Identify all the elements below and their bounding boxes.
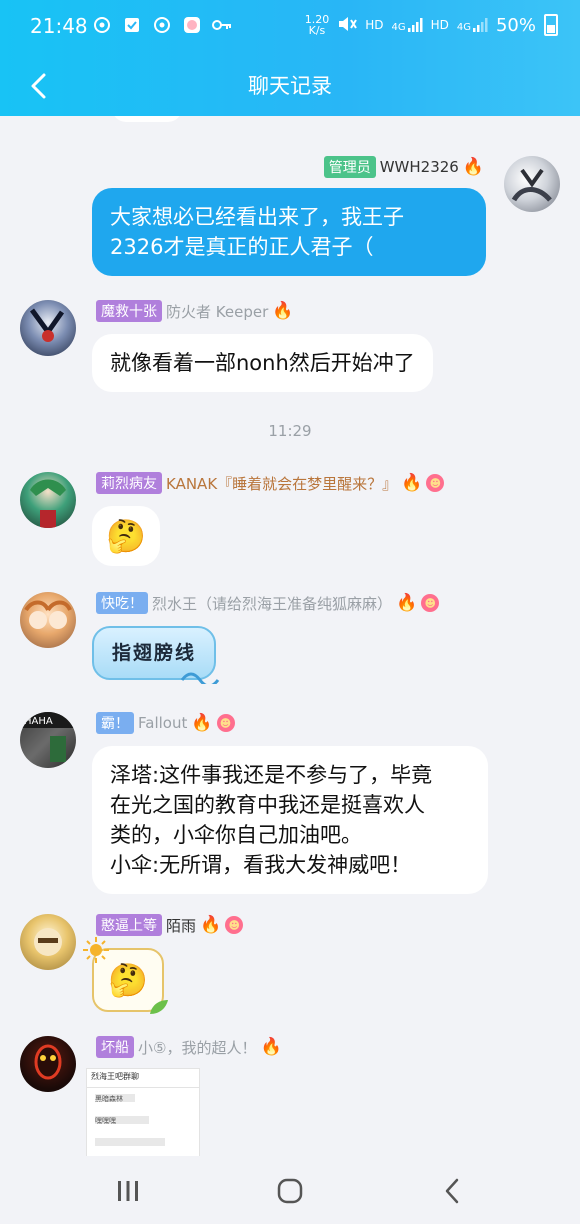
net-speed-unit: K/s: [308, 24, 326, 37]
status-notification-icons: [92, 15, 232, 35]
message-bubble[interactable]: 就像看着一部nonh然后开始冲了: [92, 334, 433, 392]
mute-icon: [337, 15, 358, 36]
chat-history-feed[interactable]: 管理员 WWH2326 🔥 大家想必已经看出来了，我王子 2326才是真正的正人…: [0, 116, 580, 1156]
status-bar: 21:48 1.20 K/s HD 4G HD 4G 50%: [0, 0, 580, 56]
net-type-1: 4G: [391, 22, 406, 33]
message-meta: 霸！ Fallout 🔥 ☻: [96, 712, 235, 734]
message-meta: 快吃！ 烈水王（请给烈海王准备纯狐麻麻） 🔥 ☻: [96, 592, 440, 614]
sender-name[interactable]: WWH2326: [380, 158, 459, 176]
sender-name[interactable]: 防火者 Keeper: [166, 301, 268, 322]
image-message[interactable]: 烈海王吧群聊 黑暗森林 嘿嘿嘿: [86, 1068, 200, 1156]
member-tag: 快吃！: [96, 592, 148, 614]
battery-icon: [544, 14, 558, 36]
message-text-line: 泽塔:这件事我还是不参与了，毕竟: [110, 763, 433, 787]
sender-name[interactable]: KANAK『睡着就会在梦里醒来？』: [166, 473, 397, 494]
leaf-icon: [149, 1000, 168, 1014]
checkbox-app-icon: [122, 15, 142, 35]
avatar[interactable]: [20, 914, 76, 970]
member-tag: 霸！: [96, 712, 134, 734]
message-meta: 憨逼上等 陌雨 🔥 ☻: [96, 914, 244, 936]
message-text-line: 2326才是真正的正人君子（: [110, 235, 374, 259]
flame-icon: 🔥: [260, 1037, 282, 1057]
signal-icon-1: 4G: [391, 17, 423, 33]
avatar[interactable]: HAHA: [20, 712, 76, 768]
image-line: 嘿嘿嘿: [95, 1116, 149, 1125]
key-icon: [212, 15, 232, 35]
member-tag: 莉烈病友: [96, 472, 162, 494]
message-bubble[interactable]: 大家想必已经看出来了，我王子 2326才是真正的正人君子（: [92, 188, 486, 276]
image-line: 黑暗森林: [95, 1094, 135, 1103]
badge-icon: ☻: [225, 916, 244, 934]
status-time: 21:48: [30, 14, 88, 38]
avatar[interactable]: [504, 156, 560, 212]
sender-name[interactable]: Fallout: [138, 714, 187, 732]
battery-percent: 50%: [495, 14, 536, 36]
thinking-emoji-icon: 🤔: [106, 517, 146, 555]
sender-name[interactable]: 陌雨: [166, 915, 196, 936]
previous-message-remnant: [112, 116, 182, 122]
thinking-emoji-icon: 🤔: [108, 961, 148, 999]
message-meta: 管理员 WWH2326 🔥: [323, 156, 484, 178]
signal-icon-2: 4G: [457, 17, 488, 33]
recent-apps-icon: [118, 1181, 138, 1201]
message-bubble[interactable]: 🤔: [83, 937, 168, 1014]
svg-text:HAHA: HAHA: [24, 716, 53, 727]
badge-icon: ☻: [421, 594, 440, 612]
message-bubble[interactable]: 泽塔:这件事我还是不参与了，毕竟 在光之国的教育中我还是挺喜欢人 类的，小伞你自…: [92, 746, 488, 894]
app-header: 聊天记录: [0, 56, 580, 116]
home-icon: [277, 1178, 303, 1204]
image-header: 烈海王吧群聊: [87, 1069, 199, 1088]
flame-icon: 🔥: [191, 713, 213, 733]
flame-icon: 🔥: [200, 915, 222, 935]
image-line: [95, 1138, 165, 1146]
message-bubble[interactable]: 指翅膀线: [92, 626, 220, 684]
sender-name[interactable]: 烈水王（请给烈海王准备纯狐麻麻）: [152, 593, 392, 614]
message-bubble[interactable]: 🤔: [92, 506, 160, 566]
nav-back-icon: [445, 1178, 459, 1204]
message-text: 就像看着一部nonh然后开始冲了: [110, 351, 415, 375]
flame-icon: 🔥: [401, 473, 423, 493]
avatar[interactable]: [20, 592, 76, 648]
badge-icon: ☻: [426, 474, 445, 492]
home-button[interactable]: [268, 1174, 312, 1208]
recent-apps-button[interactable]: [106, 1174, 150, 1208]
member-tag: 坏船: [96, 1036, 134, 1058]
message-text-line: 类的，小伞你自己加油吧。: [110, 823, 362, 847]
avatar[interactable]: [20, 300, 76, 356]
badge-icon: ☻: [216, 714, 235, 732]
flame-icon: 🔥: [462, 157, 484, 177]
wave-icon: [180, 672, 220, 684]
flame-icon: 🔥: [272, 301, 294, 321]
avatar-app-icon: [182, 15, 202, 35]
message-meta: 坏船 小⑤，我的超人！ 🔥: [96, 1036, 282, 1058]
avatar[interactable]: [20, 472, 76, 528]
page-title: 聊天记录: [248, 74, 332, 98]
hd-label-1: HD: [365, 18, 384, 32]
member-tag: 魔救十张: [96, 300, 162, 322]
message-text: 指翅膀线: [112, 642, 197, 664]
net-speed: 1.20 K/s: [305, 14, 330, 36]
sender-name[interactable]: 小⑤，我的超人！: [138, 1037, 256, 1058]
flame-icon: 🔥: [396, 593, 418, 613]
system-nav-bar: [0, 1156, 580, 1224]
netease-music-icon: [92, 15, 112, 35]
message-text-line: 大家想必已经看出来了，我王子: [110, 205, 404, 229]
message-text-line: 在光之国的教育中我还是挺喜欢人: [110, 793, 425, 817]
nav-back-button[interactable]: [430, 1174, 474, 1208]
sun-icon: [83, 937, 109, 963]
timestamp: 11:29: [268, 422, 312, 440]
hd-label-2: HD: [430, 18, 449, 32]
message-meta: 魔救十张 防火者 Keeper 🔥: [96, 300, 293, 322]
member-tag: 管理员: [323, 156, 376, 178]
status-system-icons: 1.20 K/s HD 4G HD 4G 50%: [305, 14, 558, 36]
netease-music-icon-2: [152, 15, 172, 35]
message-text-line: 小伞:无所谓，看我大发神威吧！: [110, 853, 412, 877]
net-type-2: 4G: [456, 22, 471, 33]
member-tag: 憨逼上等: [96, 914, 162, 936]
message-meta: 莉烈病友 KANAK『睡着就会在梦里醒来？』 🔥 ☻: [96, 472, 445, 494]
avatar[interactable]: [20, 1036, 76, 1092]
